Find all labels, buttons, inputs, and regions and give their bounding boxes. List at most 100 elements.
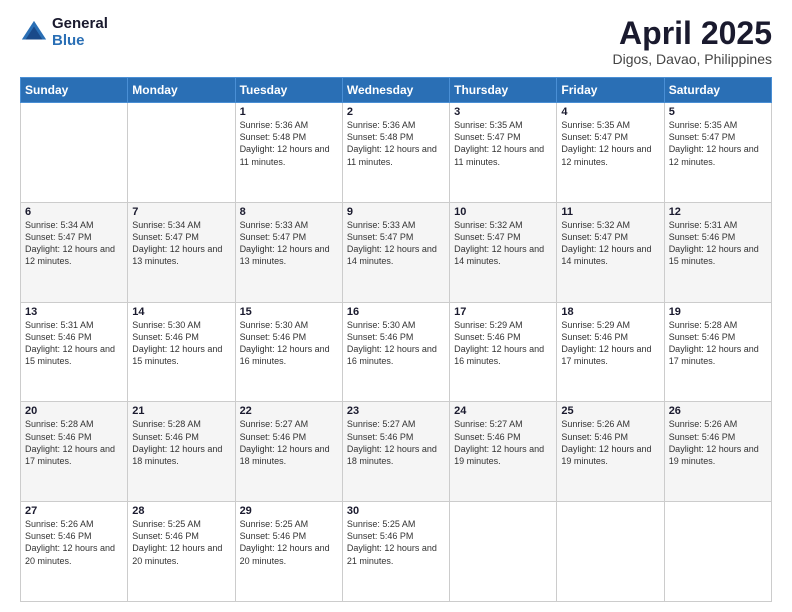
day-info: Sunrise: 5:25 AM Sunset: 5:46 PM Dayligh…: [347, 518, 445, 567]
day-info: Sunrise: 5:31 AM Sunset: 5:46 PM Dayligh…: [25, 319, 123, 368]
day-info: Sunrise: 5:33 AM Sunset: 5:47 PM Dayligh…: [240, 219, 338, 268]
day-number: 22: [240, 405, 338, 417]
calendar-cell: [128, 103, 235, 203]
day-number: 9: [347, 206, 445, 218]
day-number: 17: [454, 306, 552, 318]
calendar-cell: 4Sunrise: 5:35 AM Sunset: 5:47 PM Daylig…: [557, 103, 664, 203]
calendar-cell: 24Sunrise: 5:27 AM Sunset: 5:46 PM Dayli…: [450, 402, 557, 502]
day-number: 10: [454, 206, 552, 218]
day-info: Sunrise: 5:35 AM Sunset: 5:47 PM Dayligh…: [561, 119, 659, 168]
calendar-cell: 7Sunrise: 5:34 AM Sunset: 5:47 PM Daylig…: [128, 202, 235, 302]
calendar-cell: 16Sunrise: 5:30 AM Sunset: 5:46 PM Dayli…: [342, 302, 449, 402]
day-number: 23: [347, 405, 445, 417]
day-number: 2: [347, 106, 445, 118]
day-info: Sunrise: 5:36 AM Sunset: 5:48 PM Dayligh…: [240, 119, 338, 168]
day-number: 13: [25, 306, 123, 318]
calendar-cell: 17Sunrise: 5:29 AM Sunset: 5:46 PM Dayli…: [450, 302, 557, 402]
day-number: 12: [669, 206, 767, 218]
day-info: Sunrise: 5:35 AM Sunset: 5:47 PM Dayligh…: [669, 119, 767, 168]
day-info: Sunrise: 5:27 AM Sunset: 5:46 PM Dayligh…: [240, 418, 338, 467]
calendar-cell: [21, 103, 128, 203]
calendar-cell: [557, 502, 664, 602]
calendar-cell: 15Sunrise: 5:30 AM Sunset: 5:46 PM Dayli…: [235, 302, 342, 402]
calendar-cell: 26Sunrise: 5:26 AM Sunset: 5:46 PM Dayli…: [664, 402, 771, 502]
day-info: Sunrise: 5:27 AM Sunset: 5:46 PM Dayligh…: [454, 418, 552, 467]
day-number: 18: [561, 306, 659, 318]
day-number: 26: [669, 405, 767, 417]
calendar-cell: [664, 502, 771, 602]
calendar-subtitle: Digos, Davao, Philippines: [612, 51, 772, 67]
day-info: Sunrise: 5:30 AM Sunset: 5:46 PM Dayligh…: [132, 319, 230, 368]
day-info: Sunrise: 5:28 AM Sunset: 5:46 PM Dayligh…: [25, 418, 123, 467]
day-number: 11: [561, 206, 659, 218]
calendar-cell: 19Sunrise: 5:28 AM Sunset: 5:46 PM Dayli…: [664, 302, 771, 402]
day-info: Sunrise: 5:26 AM Sunset: 5:46 PM Dayligh…: [669, 418, 767, 467]
day-info: Sunrise: 5:28 AM Sunset: 5:46 PM Dayligh…: [132, 418, 230, 467]
day-number: 6: [25, 206, 123, 218]
day-number: 14: [132, 306, 230, 318]
day-number: 20: [25, 405, 123, 417]
title-block: April 2025 Digos, Davao, Philippines: [612, 16, 772, 67]
logo: General Blue: [20, 16, 108, 49]
calendar-week-row: 20Sunrise: 5:28 AM Sunset: 5:46 PM Dayli…: [21, 402, 772, 502]
day-number: 16: [347, 306, 445, 318]
calendar-cell: 28Sunrise: 5:25 AM Sunset: 5:46 PM Dayli…: [128, 502, 235, 602]
calendar-cell: 12Sunrise: 5:31 AM Sunset: 5:46 PM Dayli…: [664, 202, 771, 302]
day-info: Sunrise: 5:28 AM Sunset: 5:46 PM Dayligh…: [669, 319, 767, 368]
day-info: Sunrise: 5:32 AM Sunset: 5:47 PM Dayligh…: [454, 219, 552, 268]
day-info: Sunrise: 5:35 AM Sunset: 5:47 PM Dayligh…: [454, 119, 552, 168]
calendar-cell: 27Sunrise: 5:26 AM Sunset: 5:46 PM Dayli…: [21, 502, 128, 602]
day-number: 1: [240, 106, 338, 118]
page: General Blue April 2025 Digos, Davao, Ph…: [0, 0, 792, 612]
weekday-header: Sunday: [21, 78, 128, 103]
day-info: Sunrise: 5:30 AM Sunset: 5:46 PM Dayligh…: [347, 319, 445, 368]
calendar-cell: 10Sunrise: 5:32 AM Sunset: 5:47 PM Dayli…: [450, 202, 557, 302]
day-info: Sunrise: 5:36 AM Sunset: 5:48 PM Dayligh…: [347, 119, 445, 168]
calendar-title: April 2025: [612, 16, 772, 51]
day-info: Sunrise: 5:27 AM Sunset: 5:46 PM Dayligh…: [347, 418, 445, 467]
day-number: 29: [240, 505, 338, 517]
day-info: Sunrise: 5:30 AM Sunset: 5:46 PM Dayligh…: [240, 319, 338, 368]
day-info: Sunrise: 5:26 AM Sunset: 5:46 PM Dayligh…: [25, 518, 123, 567]
calendar-cell: 18Sunrise: 5:29 AM Sunset: 5:46 PM Dayli…: [557, 302, 664, 402]
weekday-header: Monday: [128, 78, 235, 103]
day-info: Sunrise: 5:29 AM Sunset: 5:46 PM Dayligh…: [561, 319, 659, 368]
day-info: Sunrise: 5:26 AM Sunset: 5:46 PM Dayligh…: [561, 418, 659, 467]
weekday-header: Thursday: [450, 78, 557, 103]
day-info: Sunrise: 5:32 AM Sunset: 5:47 PM Dayligh…: [561, 219, 659, 268]
day-number: 21: [132, 405, 230, 417]
weekday-header: Wednesday: [342, 78, 449, 103]
calendar-cell: 30Sunrise: 5:25 AM Sunset: 5:46 PM Dayli…: [342, 502, 449, 602]
calendar-cell: 1Sunrise: 5:36 AM Sunset: 5:48 PM Daylig…: [235, 103, 342, 203]
logo-blue: Blue: [52, 33, 108, 50]
calendar-cell: 20Sunrise: 5:28 AM Sunset: 5:46 PM Dayli…: [21, 402, 128, 502]
calendar-cell: 14Sunrise: 5:30 AM Sunset: 5:46 PM Dayli…: [128, 302, 235, 402]
day-number: 7: [132, 206, 230, 218]
day-number: 8: [240, 206, 338, 218]
logo-text: General Blue: [52, 16, 108, 49]
calendar-table: SundayMondayTuesdayWednesdayThursdayFrid…: [20, 77, 772, 602]
calendar-cell: 3Sunrise: 5:35 AM Sunset: 5:47 PM Daylig…: [450, 103, 557, 203]
calendar-cell: 13Sunrise: 5:31 AM Sunset: 5:46 PM Dayli…: [21, 302, 128, 402]
calendar-cell: 2Sunrise: 5:36 AM Sunset: 5:48 PM Daylig…: [342, 103, 449, 203]
logo-icon: [20, 19, 48, 47]
calendar-cell: [450, 502, 557, 602]
day-info: Sunrise: 5:34 AM Sunset: 5:47 PM Dayligh…: [132, 219, 230, 268]
calendar-week-row: 27Sunrise: 5:26 AM Sunset: 5:46 PM Dayli…: [21, 502, 772, 602]
day-number: 3: [454, 106, 552, 118]
day-number: 4: [561, 106, 659, 118]
weekday-header: Saturday: [664, 78, 771, 103]
day-info: Sunrise: 5:34 AM Sunset: 5:47 PM Dayligh…: [25, 219, 123, 268]
day-number: 5: [669, 106, 767, 118]
calendar-cell: 29Sunrise: 5:25 AM Sunset: 5:46 PM Dayli…: [235, 502, 342, 602]
day-number: 19: [669, 306, 767, 318]
day-info: Sunrise: 5:31 AM Sunset: 5:46 PM Dayligh…: [669, 219, 767, 268]
day-number: 24: [454, 405, 552, 417]
calendar-cell: 6Sunrise: 5:34 AM Sunset: 5:47 PM Daylig…: [21, 202, 128, 302]
calendar-cell: 9Sunrise: 5:33 AM Sunset: 5:47 PM Daylig…: [342, 202, 449, 302]
calendar-cell: 5Sunrise: 5:35 AM Sunset: 5:47 PM Daylig…: [664, 103, 771, 203]
header: General Blue April 2025 Digos, Davao, Ph…: [20, 16, 772, 67]
weekday-header: Tuesday: [235, 78, 342, 103]
day-number: 27: [25, 505, 123, 517]
day-number: 30: [347, 505, 445, 517]
